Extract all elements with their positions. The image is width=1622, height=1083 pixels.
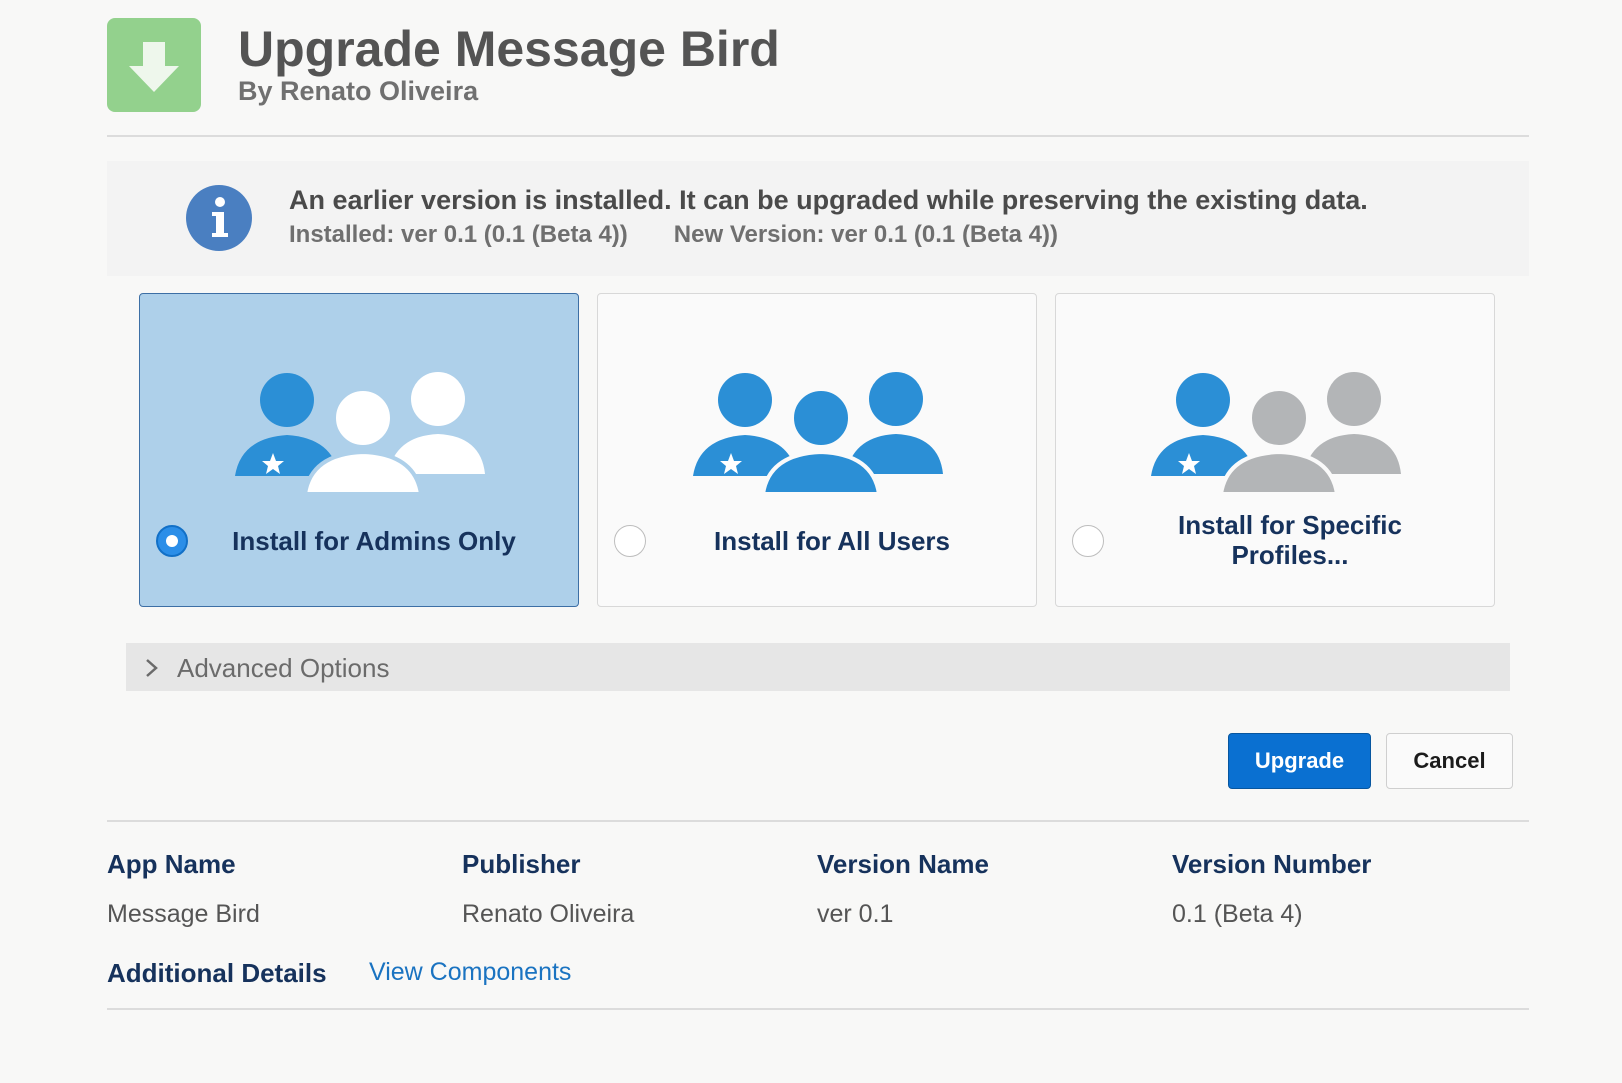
notice-versions: Installed: ver 0.1 (0.1 (Beta 4)) New Ver… bbox=[289, 221, 1104, 249]
new-version: New Version: ver 0.1 (0.1 (Beta 4)) bbox=[673, 221, 1058, 248]
publisher-subtitle: By Renato Oliveira bbox=[238, 76, 479, 106]
detail-header: Publisher bbox=[462, 849, 581, 879]
header-divider bbox=[107, 135, 1529, 137]
admins-people-icon bbox=[235, 372, 485, 496]
page-title: Upgrade Message Bird bbox=[238, 21, 780, 77]
radio-all-users[interactable] bbox=[614, 525, 646, 557]
view-components-link[interactable]: View Components bbox=[369, 958, 571, 987]
all-users-people-icon bbox=[693, 372, 943, 496]
info-icon bbox=[186, 185, 252, 251]
cancel-button[interactable]: Cancel bbox=[1386, 733, 1513, 789]
option-label: Install for Admins Only bbox=[232, 526, 516, 556]
notice-message: An earlier version is installed. It can … bbox=[289, 185, 1368, 215]
option-admins-only[interactable]: Install for Admins Only bbox=[139, 293, 579, 607]
footer-divider bbox=[107, 1008, 1529, 1010]
detail-publisher: Publisher Renato Oliveira bbox=[462, 849, 634, 929]
detail-app-name: App Name Message Bird bbox=[107, 849, 260, 929]
detail-version-number: Version Number 0.1 (Beta 4) bbox=[1172, 849, 1371, 929]
detail-header: Version Number bbox=[1172, 849, 1372, 879]
detail-header: Version Name bbox=[817, 849, 989, 879]
additional-details-label: Additional Details bbox=[107, 958, 327, 988]
radio-specific-profiles[interactable] bbox=[1072, 525, 1104, 557]
detail-value: 0.1 (Beta 4) bbox=[1172, 900, 1303, 928]
installed-version: Installed: ver 0.1 (0.1 (Beta 4)) bbox=[289, 221, 628, 248]
page-header: Upgrade Message Bird By Renato Oliveira bbox=[107, 18, 1529, 137]
radio-admins-only[interactable] bbox=[156, 525, 188, 557]
option-label: Install for All Users bbox=[714, 526, 950, 556]
upgrade-notice: An earlier version is installed. It can … bbox=[107, 161, 1529, 276]
option-specific-profiles[interactable]: Install for Specific Profiles... bbox=[1055, 293, 1495, 607]
option-label: Install for Specific Profiles... bbox=[1178, 510, 1402, 570]
download-arrow-icon bbox=[107, 18, 201, 112]
details-divider bbox=[107, 820, 1529, 822]
chevron-right-icon bbox=[146, 659, 158, 677]
option-all-users[interactable]: Install for All Users bbox=[597, 293, 1037, 607]
upgrade-button[interactable]: Upgrade bbox=[1228, 733, 1371, 789]
advanced-options-label: Advanced Options bbox=[177, 653, 390, 683]
detail-value: ver 0.1 bbox=[817, 900, 894, 928]
advanced-options-toggle[interactable]: Advanced Options bbox=[126, 643, 1510, 691]
detail-value: Message Bird bbox=[107, 900, 260, 928]
detail-value: Renato Oliveira bbox=[462, 900, 635, 928]
detail-header: App Name bbox=[107, 849, 236, 879]
specific-profiles-people-icon bbox=[1151, 372, 1401, 496]
detail-version-name: Version Name ver 0.1 bbox=[817, 849, 989, 929]
